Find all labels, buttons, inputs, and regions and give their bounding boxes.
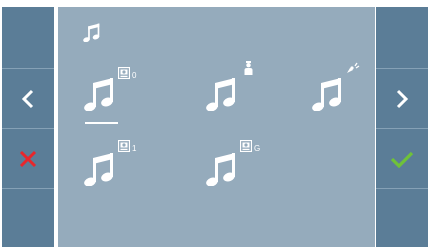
- music-note-icon: [84, 78, 114, 111]
- music-note-icon: [312, 78, 342, 111]
- badge-label: 0: [132, 71, 137, 80]
- ringtone-panel: 0 1 G: [58, 7, 375, 247]
- door-panel-icon: [118, 140, 130, 152]
- badge-label: G: [254, 144, 261, 153]
- intercom-screen: 0 1 G: [0, 0, 429, 248]
- previous-button[interactable]: [2, 69, 54, 128]
- badge-label: 1: [132, 144, 137, 153]
- doorbell-icon: [347, 62, 360, 73]
- door-panel-icon: [118, 67, 130, 79]
- music-note-icon: [83, 23, 100, 42]
- cross-icon: [19, 150, 37, 167]
- concierge-icon: [244, 61, 253, 75]
- door-panel-icon: [240, 140, 252, 152]
- music-note-icon: [206, 78, 236, 111]
- chevron-right-icon: [396, 89, 409, 108]
- music-note-icon: [206, 153, 236, 186]
- selection-underline: [85, 122, 118, 124]
- music-note-icon: [84, 153, 114, 186]
- divider: [376, 188, 428, 189]
- chevron-left-icon: [21, 89, 34, 108]
- check-icon: [390, 151, 414, 168]
- confirm-button[interactable]: [376, 129, 428, 188]
- divider: [2, 188, 54, 189]
- cancel-button[interactable]: [2, 129, 54, 188]
- next-button[interactable]: [376, 69, 428, 128]
- right-side-panel: [376, 7, 428, 247]
- left-side-panel: [2, 7, 54, 247]
